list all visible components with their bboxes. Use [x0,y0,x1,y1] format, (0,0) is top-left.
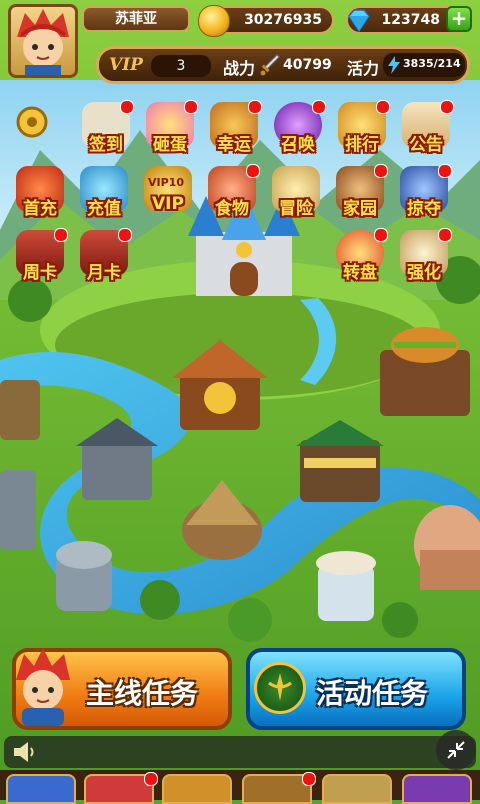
notify-dot [246,164,260,178]
notify-dot [302,772,316,786]
collapse-button[interactable] [436,730,476,770]
menu-food[interactable]: 食物 [202,164,262,228]
vip-label: VIP [109,55,143,75]
menu-smash-egg[interactable]: 砸蛋 [140,100,200,164]
menu-summon[interactable]: 召唤 [268,100,328,164]
menu-label: 转盘 [343,263,377,283]
notify-dot [312,100,326,114]
menu-label: 签到 [89,135,123,155]
notify-dot [248,100,262,114]
notify-dot [374,228,388,242]
menu-first-charge[interactable]: 首充 [10,164,70,228]
vip-level[interactable]: 3 [151,55,211,77]
menu-label: 幸运 [217,135,251,155]
menu-notice[interactable]: 公告 [396,100,456,164]
notify-dot [376,100,390,114]
hero-face-icon [17,9,69,75]
power-label: 战力 [223,59,256,78]
menu-label: 公告 [409,135,443,155]
lightning-icon [388,56,400,74]
menu-plunder[interactable]: 掠夺 [394,164,454,228]
speaker-icon[interactable] [12,740,38,764]
notify-dot [184,100,198,114]
notify-dot [438,228,452,242]
menu-label: 强化 [407,263,441,283]
chat-bar[interactable] [4,736,476,768]
energy-counter[interactable]: 3835/214 [383,53,465,77]
menu-label: 冒险 [279,199,313,219]
dome-building [414,505,480,590]
menu-wheel[interactable]: 转盘 [330,228,390,292]
main-quest-label: 主线任务 [86,677,199,710]
energy-value: 3835/214 [403,57,461,70]
menu-weekly-card[interactable]: 周卡 [10,228,70,292]
menu-label: 充值 [87,199,121,219]
burger-shop-building [380,327,470,416]
menu-ranking[interactable]: 排行 [332,100,392,164]
menu-recharge[interactable]: 充值 [74,164,134,228]
player-name: 苏菲亚 [82,6,190,32]
top-bar: 苏菲亚 30276935 123748 + VIP 3 战力 40799 活力 … [0,0,480,90]
menu-lucky[interactable]: 幸运 [204,100,264,164]
gem-counter: 123748 + [344,5,472,35]
notify-dot [440,100,454,114]
stats-bar: VIP 3 战力 40799 活力 3835/214 [96,46,470,84]
silo-building [56,541,112,611]
sword-icon [259,53,281,81]
gem-value: 123748 [381,12,440,28]
gold-counter: 30276935 [198,5,334,37]
add-gems-button[interactable]: + [446,6,472,32]
gold-value: 30276935 [244,12,322,28]
energy-label: 活力 [347,59,380,78]
menu-home[interactable]: 家园 [330,164,390,228]
diamond-icon [344,5,374,35]
notify-dot [438,164,452,178]
menu-enhance[interactable]: 强化 [394,228,454,292]
gold-coin-icon [198,5,230,37]
menu-label: 周卡 [23,263,57,283]
notify-dot [120,100,134,114]
menu-label: 食物 [215,199,249,219]
notify-dot [54,228,68,242]
menu-adventure[interactable]: 冒险 [266,164,326,228]
settings-gear-button[interactable] [10,100,50,164]
notify-dot [144,772,158,786]
menu-label: 排行 [345,135,379,155]
player-avatar[interactable] [8,4,78,78]
menu-label: VIP [152,194,184,214]
shrink-arrows-icon [447,741,465,759]
menu-label: 掠夺 [407,199,441,219]
vip-badge: VIP10 [148,176,184,189]
menu-vip[interactable]: VIP VIP10 [138,164,198,228]
menu-label: 首充 [23,199,57,219]
notify-dot [374,164,388,178]
event-quest-label: 活动任务 [316,677,429,710]
menu-label: 召唤 [281,135,315,155]
menu-monthly-card[interactable]: 月卡 [74,228,134,292]
menu-sign-in[interactable]: 签到 [76,100,136,164]
notify-dot [118,228,132,242]
hero-icon [16,648,70,726]
menu-label: 砸蛋 [153,135,187,155]
power-value: 40799 [283,57,332,73]
event-emblem-icon [254,662,306,714]
bakery-building [316,551,376,621]
gear-icon [16,106,48,138]
menu-label: 家园 [343,199,377,219]
hero-portrait [10,646,76,726]
bottom-dock [0,770,480,804]
menu-label: 月卡 [87,263,121,283]
